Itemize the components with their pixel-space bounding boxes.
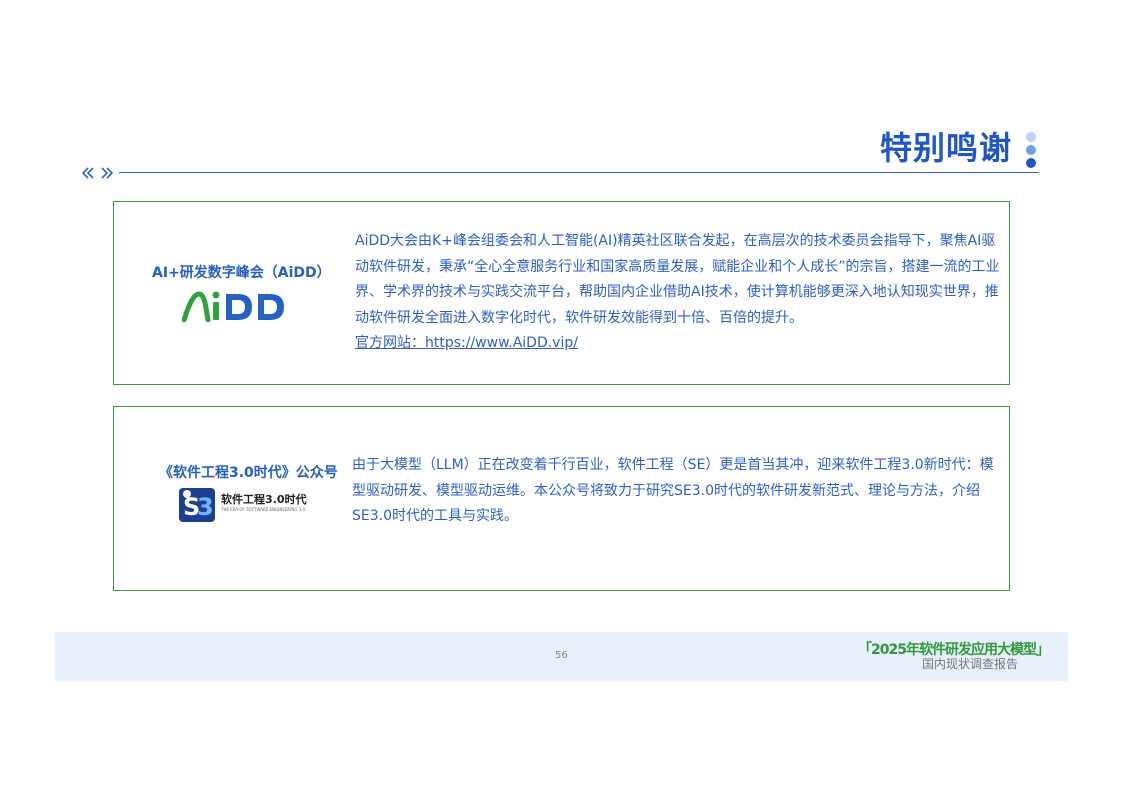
card-label: 《软件工程3.0时代》公众号: [159, 465, 338, 481]
se3-logo-text: 软件工程3.0时代: [221, 493, 307, 506]
page-title: 特别鸣谢: [880, 129, 1013, 167]
report-subtitle: 国内现状调查报告: [922, 657, 1019, 671]
se3-logo: S 3 软件工程3.0时代 THE ERA OF SOFTWARE ENGINE…: [177, 485, 307, 525]
section-nav-arrows: [81, 165, 116, 181]
card-label: AI+研发数字峰会（AiDD）: [152, 265, 331, 281]
se3-logo-subtext: THE ERA OF SOFTWARE ENGINEERING 3.0: [221, 507, 306, 512]
double-chevron-left-icon[interactable]: [81, 167, 94, 179]
svg-text:3: 3: [197, 493, 214, 521]
acknowledgement-card-se3: 《软件工程3.0时代》公众号 S 3 软件工程3.0时代 THE ERA OF …: [113, 406, 1010, 591]
aidd-logo: [181, 290, 294, 323]
card-paragraph: 由于大模型（LLM）正在改变着千行百业，软件工程（SE）更是首当其冲，迎来软件工…: [352, 457, 994, 524]
page-footer: 56 「2025年软件研发应用大模型」 国内现状调查报告: [55, 632, 1068, 681]
website-link[interactable]: 官方网站：https://www.AiDD.vip/: [355, 335, 578, 351]
vertical-dots-icon: [1026, 130, 1038, 170]
acknowledgement-card-aidd: AI+研发数字峰会（AiDD） AiDD大会由K+峰会组委会和人工智能(AI)精…: [113, 201, 1010, 385]
header-divider: [119, 172, 1039, 173]
page-number: 56: [555, 650, 568, 661]
card-paragraph: AiDD大会由K+峰会组委会和人工智能(AI)精英社区联合发起，在高层次的技术委…: [355, 233, 1000, 326]
card-description: AiDD大会由K+峰会组委会和人工智能(AI)精英社区联合发起，在高层次的技术委…: [355, 229, 1007, 357]
double-chevron-right-icon[interactable]: [101, 167, 114, 179]
card-description: 由于大模型（LLM）正在改变着千行百业，软件工程（SE）更是首当其冲，迎来软件工…: [352, 453, 1007, 530]
